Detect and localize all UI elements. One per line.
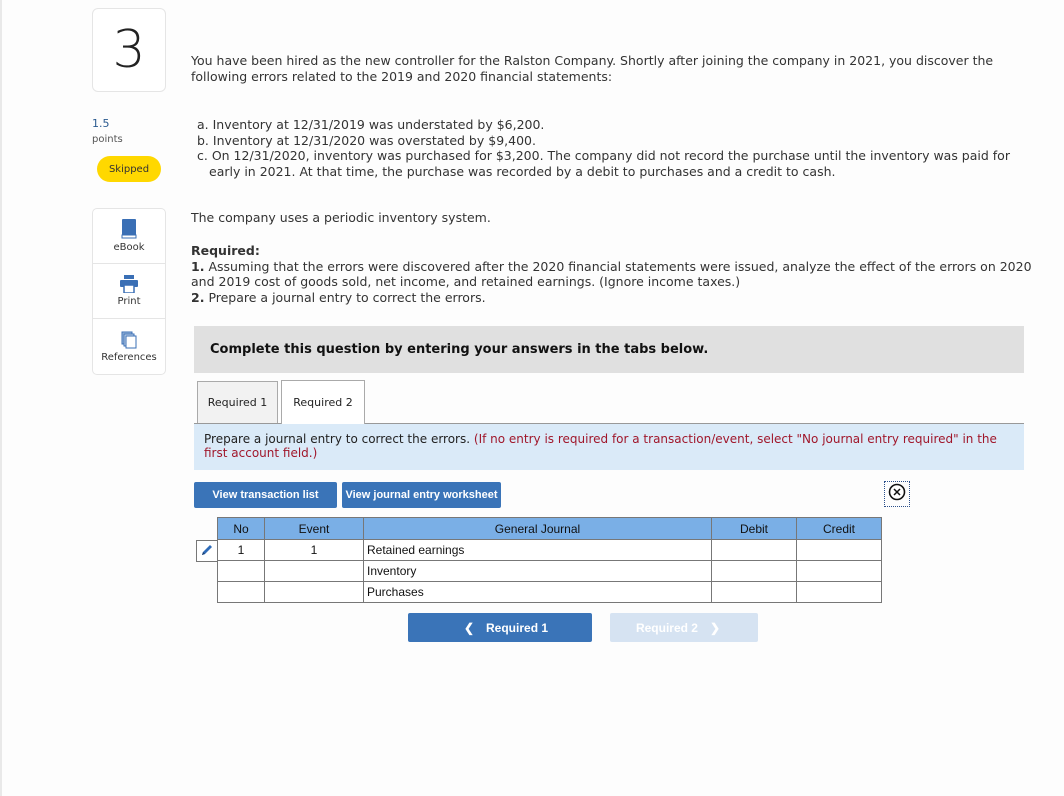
col-credit: Credit (796, 517, 882, 540)
account-field[interactable]: Retained earnings (363, 539, 712, 561)
journal-instruction: Prepare a journal entry to correct the e… (194, 424, 1024, 470)
view-transaction-list-button[interactable]: View transaction list (194, 482, 337, 508)
required-item-1: 1. Assuming that the errors were discove… (191, 258, 1032, 290)
status-badge: Skipped (97, 156, 161, 182)
references-label: References (101, 351, 157, 363)
row-event (264, 581, 364, 603)
points-label: points (92, 134, 123, 145)
print-button[interactable]: Print (93, 264, 165, 319)
pencil-icon (200, 542, 214, 561)
col-event: Event (264, 517, 364, 540)
error-item-b: b. Inventory at 12/31/2020 was overstate… (197, 132, 536, 148)
required-item-2: 2. Prepare a journal entry to correct th… (191, 289, 486, 305)
circle-x-icon (888, 483, 906, 505)
col-debit: Debit (711, 517, 797, 540)
tools-panel: eBook Print References (92, 208, 166, 375)
tab-required-2[interactable]: Required 2 (281, 380, 365, 424)
table-row: Purchases (217, 581, 882, 603)
credit-field[interactable] (796, 581, 882, 603)
col-general-journal: General Journal (363, 517, 712, 540)
next-required-button[interactable]: Required 2 ❯ (610, 613, 758, 642)
journal-header-row: No Event General Journal Debit Credit (217, 517, 882, 540)
account-field[interactable]: Purchases (363, 581, 712, 603)
left-edge-strip (0, 0, 2, 796)
ebook-label: eBook (113, 242, 145, 253)
row-event (264, 560, 364, 582)
journal-table: No Event General Journal Debit Credit 1 … (217, 517, 882, 603)
row-event: 1 (264, 539, 364, 561)
references-icon (121, 331, 137, 349)
row-no (217, 581, 265, 603)
chevron-left-icon: ❮ (463, 620, 475, 635)
question-intro: You have been hired as the new controlle… (191, 53, 994, 84)
instruction-main: Prepare a journal entry to correct the e… (204, 432, 471, 446)
instructions-banner: Complete this question by entering your … (194, 326, 1024, 373)
references-button[interactable]: References (93, 319, 165, 374)
credit-field[interactable] (796, 539, 882, 561)
question-number: 3 (92, 8, 166, 92)
credit-field[interactable] (796, 560, 882, 582)
printer-icon (120, 275, 138, 293)
error-item-c: c. On 12/31/2020, inventory was purchase… (197, 148, 1010, 163)
chevron-right-icon: ❯ (709, 620, 721, 635)
error-item-c-continued: early in 2021. At that time, the purchas… (209, 163, 836, 179)
book-icon (121, 219, 137, 239)
view-journal-worksheet-button[interactable]: View journal entry worksheet (342, 482, 501, 508)
debit-field[interactable] (711, 581, 797, 603)
clear-entries-button[interactable] (884, 481, 910, 507)
next-label: Required 2 (635, 620, 698, 635)
debit-field[interactable] (711, 560, 797, 582)
ebook-button[interactable]: eBook (93, 209, 165, 264)
points-value: 1.5 (92, 117, 110, 130)
table-row: Inventory (217, 560, 882, 582)
table-row: 1 1 Retained earnings (217, 539, 882, 561)
errors-list: a. Inventory at 12/31/2019 was understat… (197, 117, 1027, 179)
account-field[interactable]: Inventory (363, 560, 712, 582)
required-heading: Required: (191, 243, 260, 258)
prev-required-button[interactable]: ❮ Required 1 (408, 613, 592, 642)
required-section: Required: 1. Assuming that the errors we… (191, 243, 1041, 305)
periodic-system-note: The company uses a periodic inventory sy… (191, 210, 491, 225)
tab-required-1[interactable]: Required 1 (197, 381, 278, 423)
edit-entry-button[interactable] (196, 540, 218, 562)
col-no: No (217, 517, 265, 540)
row-no (217, 560, 265, 582)
debit-field[interactable] (711, 539, 797, 561)
prev-label: Required 1 (486, 620, 549, 635)
row-no: 1 (217, 539, 265, 561)
error-item-a: a. Inventory at 12/31/2019 was understat… (197, 117, 545, 132)
print-label: Print (117, 296, 141, 307)
